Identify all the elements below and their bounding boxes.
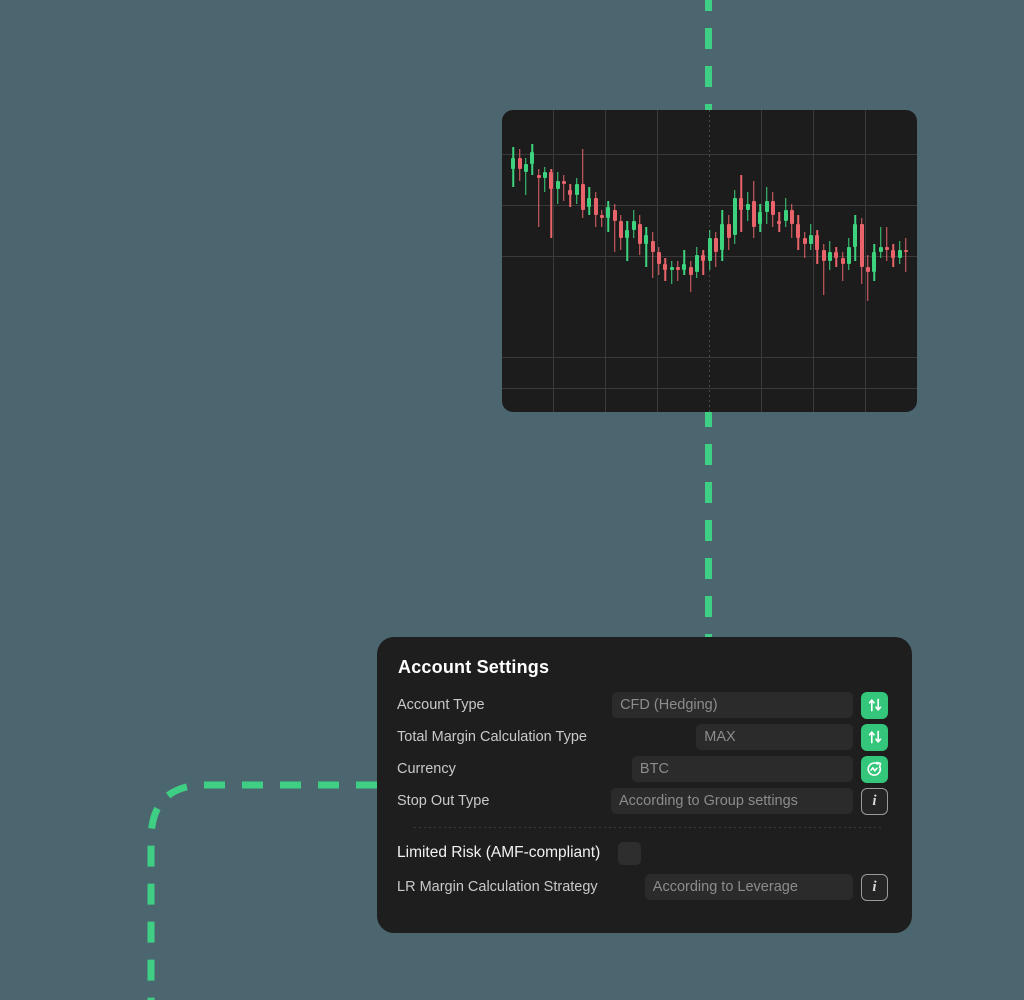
page-title: Account Settings bbox=[398, 657, 550, 677]
candle bbox=[865, 110, 870, 412]
candle bbox=[840, 110, 845, 412]
candle bbox=[625, 110, 630, 412]
candle bbox=[574, 110, 579, 412]
candle bbox=[606, 110, 611, 412]
candle bbox=[834, 110, 839, 412]
candle bbox=[827, 110, 832, 412]
row-account-type: Account Type CFD (Hedging) bbox=[397, 691, 889, 719]
candlestick-chart[interactable] bbox=[502, 110, 917, 412]
candle bbox=[764, 110, 769, 412]
candle bbox=[593, 110, 598, 412]
total-margin-calculation-type-field[interactable]: MAX bbox=[696, 724, 853, 750]
lr-margin-calculation-strategy-value: According to Leverage bbox=[652, 879, 798, 895]
candle bbox=[549, 110, 554, 412]
candle bbox=[701, 110, 706, 412]
candle bbox=[853, 110, 858, 412]
candle bbox=[682, 110, 687, 412]
candle bbox=[675, 110, 680, 412]
candle bbox=[542, 110, 547, 412]
screen-root: Account Settings Account Type CFD (Hedgi… bbox=[0, 0, 1024, 1000]
lr-margin-calculation-strategy-field[interactable]: According to Leverage bbox=[644, 874, 853, 900]
candle bbox=[713, 110, 718, 412]
currency-value: BTC bbox=[639, 761, 669, 777]
limited-risk-checkbox[interactable] bbox=[618, 841, 642, 865]
row-label-lr-margin-calculation-strategy: LR Margin Calculation Strategy bbox=[397, 879, 598, 895]
candle bbox=[802, 110, 807, 412]
row-stop-out-type: Stop Out Type According to Group setting… bbox=[397, 787, 888, 815]
info-icon-lr-margin[interactable]: i bbox=[861, 873, 888, 901]
chart-candles bbox=[502, 110, 917, 412]
candle bbox=[796, 110, 801, 412]
candle bbox=[770, 110, 775, 412]
candle bbox=[663, 110, 668, 412]
currency-field[interactable]: BTC bbox=[631, 756, 854, 782]
candle bbox=[644, 110, 649, 412]
up-down-arrows-icon-account-type[interactable] bbox=[861, 691, 889, 719]
section-divider bbox=[414, 827, 881, 828]
account-type-value: CFD (Hedging) bbox=[620, 697, 718, 713]
account-type-field[interactable]: CFD (Hedging) bbox=[612, 692, 854, 718]
candle bbox=[758, 110, 763, 412]
candle bbox=[555, 110, 560, 412]
candle bbox=[745, 110, 750, 412]
refresh-wave-icon-currency[interactable] bbox=[861, 755, 889, 783]
candle bbox=[891, 110, 896, 412]
candle bbox=[530, 110, 535, 412]
candle bbox=[536, 110, 541, 412]
candle bbox=[523, 110, 528, 412]
info-icon-stop-out-type[interactable]: i bbox=[861, 787, 888, 815]
row-label-account-type: Account Type bbox=[397, 697, 485, 713]
candle bbox=[561, 110, 566, 412]
candle bbox=[568, 110, 573, 412]
candle bbox=[669, 110, 674, 412]
candle bbox=[517, 110, 522, 412]
candle bbox=[897, 110, 902, 412]
candle bbox=[631, 110, 636, 412]
row-currency: Currency BTC bbox=[397, 755, 889, 783]
candle bbox=[511, 110, 516, 412]
candle bbox=[650, 110, 655, 412]
candle bbox=[903, 110, 908, 412]
candle bbox=[587, 110, 592, 412]
candle bbox=[580, 110, 585, 412]
candle bbox=[637, 110, 642, 412]
row-total-margin-calculation-type: Total Margin Calculation Type MAX bbox=[397, 723, 888, 751]
candle bbox=[789, 110, 794, 412]
candle bbox=[878, 110, 883, 412]
up-down-arrows-icon-total-margin[interactable] bbox=[861, 723, 888, 751]
candle bbox=[720, 110, 725, 412]
candle bbox=[859, 110, 864, 412]
candle bbox=[777, 110, 782, 412]
candle bbox=[612, 110, 617, 412]
candle bbox=[618, 110, 623, 412]
candle bbox=[872, 110, 877, 412]
candle bbox=[688, 110, 693, 412]
candle bbox=[707, 110, 712, 412]
candle bbox=[694, 110, 699, 412]
candle bbox=[739, 110, 744, 412]
candle bbox=[821, 110, 826, 412]
stop-out-type-field[interactable]: According to Group settings bbox=[611, 788, 853, 814]
row-label-limited-risk: Limited Risk (AMF-compliant) bbox=[397, 844, 601, 861]
candle bbox=[599, 110, 604, 412]
candle bbox=[656, 110, 661, 412]
candle bbox=[808, 110, 813, 412]
candle bbox=[726, 110, 731, 412]
candle bbox=[846, 110, 851, 412]
row-label-total-margin-calculation-type: Total Margin Calculation Type bbox=[397, 729, 587, 745]
candle bbox=[732, 110, 737, 412]
row-label-currency: Currency bbox=[397, 761, 456, 777]
elbow-dashed-connector-bottom-left bbox=[147, 781, 377, 1000]
candle bbox=[815, 110, 820, 412]
row-lr-margin-calculation-strategy: LR Margin Calculation Strategy According… bbox=[397, 873, 888, 901]
candle bbox=[751, 110, 756, 412]
total-margin-calculation-type-value: MAX bbox=[704, 729, 736, 745]
row-label-stop-out-type: Stop Out Type bbox=[397, 793, 490, 809]
candle bbox=[783, 110, 788, 412]
stop-out-type-value: According to Group settings bbox=[619, 793, 798, 809]
candle bbox=[884, 110, 889, 412]
account-settings-panel: Account Settings Account Type CFD (Hedgi… bbox=[377, 637, 912, 933]
row-limited-risk: Limited Risk (AMF-compliant) bbox=[397, 840, 888, 866]
